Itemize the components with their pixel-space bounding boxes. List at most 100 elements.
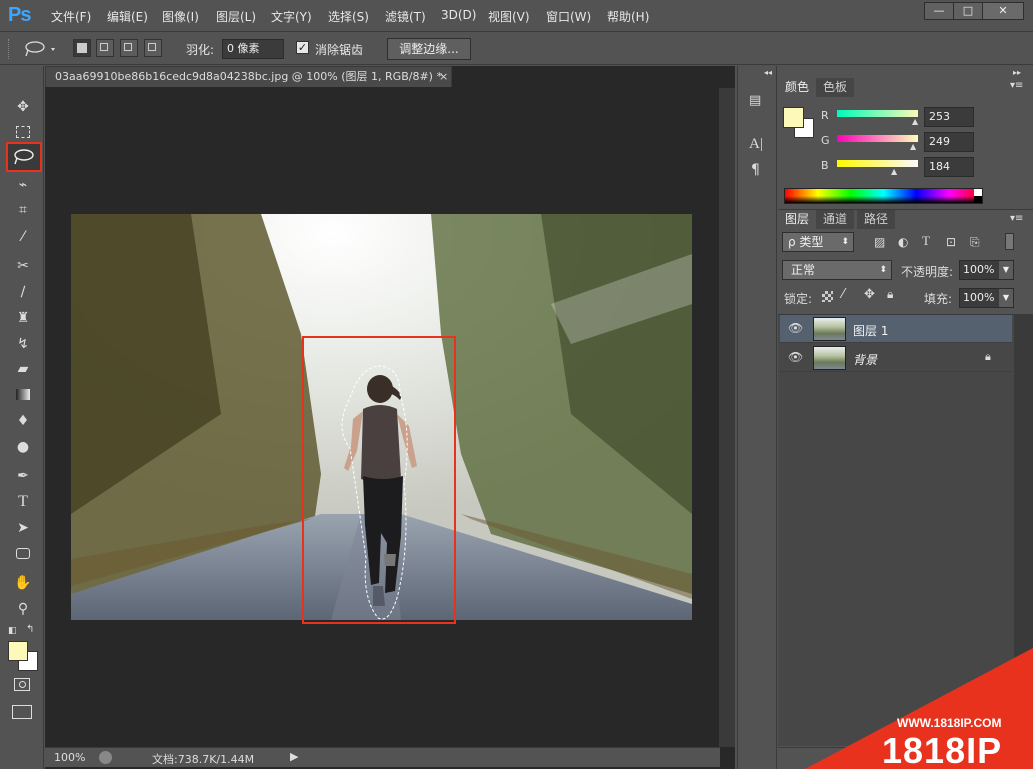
filter-smart-object-icon[interactable]: ⎘	[970, 235, 980, 250]
document-tab[interactable]: 03aa69910be86b16cedc9d8a04238bc.jpg @ 10…	[45, 66, 452, 87]
character-panel-icon[interactable]: A|	[749, 136, 763, 153]
visibility-eye-icon[interactable]: 👁︎	[788, 350, 803, 364]
type-tool-icon[interactable]: T	[11, 491, 35, 513]
close-tab-icon[interactable]: ×	[439, 67, 448, 87]
r-slider[interactable]	[837, 110, 918, 117]
maximize-button[interactable]: □	[953, 2, 983, 20]
antialias-checkbox[interactable]: ✓	[296, 41, 309, 54]
filter-pixel-icon[interactable]: ▨	[874, 235, 885, 249]
layer-row-layer1[interactable]: 👁︎ 图层 1	[780, 315, 1012, 343]
tab-channels[interactable]: 通道	[816, 210, 855, 229]
hand-tool-icon[interactable]: ✋	[11, 572, 35, 594]
screen-mode-icon[interactable]	[12, 705, 32, 719]
filter-toggle-switch[interactable]	[1005, 233, 1014, 250]
blur-tool-icon[interactable]: ♦	[11, 410, 35, 432]
dodge-tool-icon[interactable]: ●	[11, 436, 35, 458]
lasso-preset-icon[interactable]	[22, 39, 60, 59]
path-selection-tool-icon[interactable]: ➤	[11, 517, 35, 539]
rectangle-tool-icon[interactable]	[11, 543, 35, 565]
filter-type-icon[interactable]: T	[922, 233, 930, 249]
menu-view[interactable]: 视图(V)	[488, 8, 530, 25]
color-spectrum-bar[interactable]	[784, 188, 983, 204]
menu-image[interactable]: 图像(I)	[162, 8, 199, 25]
lasso-tool-highlight[interactable]	[6, 142, 42, 172]
g-slider-handle[interactable]: ▲	[910, 142, 916, 151]
menu-edit[interactable]: 编辑(E)	[107, 8, 148, 25]
menu-window[interactable]: 窗口(W)	[546, 8, 591, 25]
g-value-input[interactable]: 249	[924, 132, 974, 152]
layer-name[interactable]: 背景	[853, 351, 877, 368]
quick-selection-tool-icon[interactable]: ⌁	[11, 174, 35, 196]
visibility-eye-icon[interactable]: 👁︎	[788, 321, 803, 335]
default-colors-icon[interactable]: ◧	[8, 626, 17, 636]
tab-swatches[interactable]: 色板	[816, 78, 855, 97]
eraser-tool-icon[interactable]: ▰	[11, 358, 35, 380]
r-value-input[interactable]: 253	[924, 107, 974, 127]
clone-stamp-tool-icon[interactable]: ♜	[11, 307, 35, 329]
menu-filter[interactable]: 滤镜(T)	[385, 8, 426, 25]
color-panel-foreground-swatch[interactable]	[783, 107, 804, 128]
menu-select[interactable]: 选择(S)	[328, 8, 369, 25]
lock-all-icon[interactable]: 🔒︎	[887, 287, 893, 302]
menu-3d[interactable]: 3D(D)	[441, 8, 476, 22]
close-window-button[interactable]: ✕	[982, 2, 1024, 20]
zoom-tool-icon[interactable]: ⚲	[11, 598, 35, 620]
color-panel-menu-icon[interactable]: ▾≡	[1010, 80, 1023, 91]
expand-dock-icon[interactable]: ▸▸	[1013, 68, 1021, 77]
subtract-selection-icon[interactable]	[120, 39, 138, 57]
layers-panel-menu-icon[interactable]: ▾≡	[1010, 213, 1023, 224]
menu-help[interactable]: 帮助(H)	[607, 8, 649, 25]
eyedropper-tool-icon[interactable]: ⁄	[11, 226, 35, 248]
foreground-color-swatch[interactable]	[8, 641, 28, 661]
pen-tool-icon[interactable]: ✒	[11, 465, 35, 487]
refine-edge-button[interactable]: 调整边缘...	[387, 38, 471, 60]
status-info-icon[interactable]	[99, 751, 112, 764]
collapse-dock-icon[interactable]: ◂◂	[764, 68, 772, 77]
vertical-scrollbar[interactable]	[719, 88, 735, 747]
layer-name[interactable]: 图层 1	[853, 322, 888, 339]
healing-brush-tool-icon[interactable]: ✂	[11, 255, 35, 277]
crop-tool-icon[interactable]: ⌗	[11, 199, 35, 221]
swap-colors-icon[interactable]: ↰	[26, 624, 34, 635]
new-selection-icon[interactable]	[73, 39, 91, 57]
zoom-level[interactable]: 100%	[54, 751, 85, 764]
move-tool-icon[interactable]: ✥	[11, 96, 35, 118]
menu-type[interactable]: 文字(Y)	[271, 8, 312, 25]
intersect-selection-icon[interactable]	[144, 39, 162, 57]
minimize-button[interactable]: —	[924, 2, 954, 20]
lock-position-icon[interactable]: ✥	[864, 287, 875, 302]
g-slider[interactable]	[837, 135, 918, 142]
b-value-input[interactable]: 184	[924, 157, 974, 177]
lasso-tool-icon[interactable]	[8, 144, 40, 170]
feather-input[interactable]: 0 像素	[222, 39, 284, 59]
add-selection-icon[interactable]	[96, 39, 114, 57]
filter-shape-icon[interactable]: ⊡	[946, 235, 956, 249]
status-menu-arrow-icon[interactable]: ▶	[290, 750, 298, 763]
r-slider-handle[interactable]: ▲	[912, 117, 918, 126]
history-brush-tool-icon[interactable]: ↯	[11, 333, 35, 355]
blend-mode-select[interactable]: 正常 ⬍	[782, 260, 892, 280]
b-slider[interactable]	[837, 160, 918, 167]
status-bar: 100% 文档:738.7K/1.44M ▶	[45, 747, 720, 767]
tab-color[interactable]: 颜色	[778, 78, 817, 97]
marquee-tool-icon[interactable]	[11, 122, 35, 144]
tab-paths[interactable]: 路径	[857, 210, 896, 229]
history-panel-icon[interactable]: ▤	[749, 93, 761, 108]
brush-tool-icon[interactable]: ∕	[11, 281, 35, 303]
menu-file[interactable]: 文件(F)	[51, 8, 91, 25]
quick-mask-icon[interactable]	[14, 678, 30, 691]
layer-row-background[interactable]: 👁︎ 背景 🔒︎	[780, 344, 1012, 372]
fill-input[interactable]: 100% ▼	[959, 288, 1014, 308]
tab-layers[interactable]: 图层	[778, 210, 817, 229]
gradient-tool-icon[interactable]	[11, 384, 35, 406]
options-grip[interactable]	[8, 39, 10, 59]
lock-transparent-icon[interactable]	[822, 291, 833, 302]
opacity-input[interactable]: 100% ▼	[959, 260, 1014, 280]
filter-adjustment-icon[interactable]: ◐	[898, 235, 908, 249]
layer-filter-select[interactable]: ρ 类型 ⬍	[782, 232, 854, 252]
tools-panel: ✥ ⌁ ⌗ ⁄ ✂ ∕ ♜ ↯ ▰ ♦ ● ✒ T ➤ ✋ ⚲ ◧ ↰	[0, 66, 44, 769]
b-slider-handle[interactable]: ▲	[891, 167, 897, 176]
paragraph-panel-icon[interactable]: ¶	[751, 162, 760, 178]
menu-layer[interactable]: 图层(L)	[216, 8, 256, 25]
lock-image-icon[interactable]: ⁄	[842, 287, 844, 302]
